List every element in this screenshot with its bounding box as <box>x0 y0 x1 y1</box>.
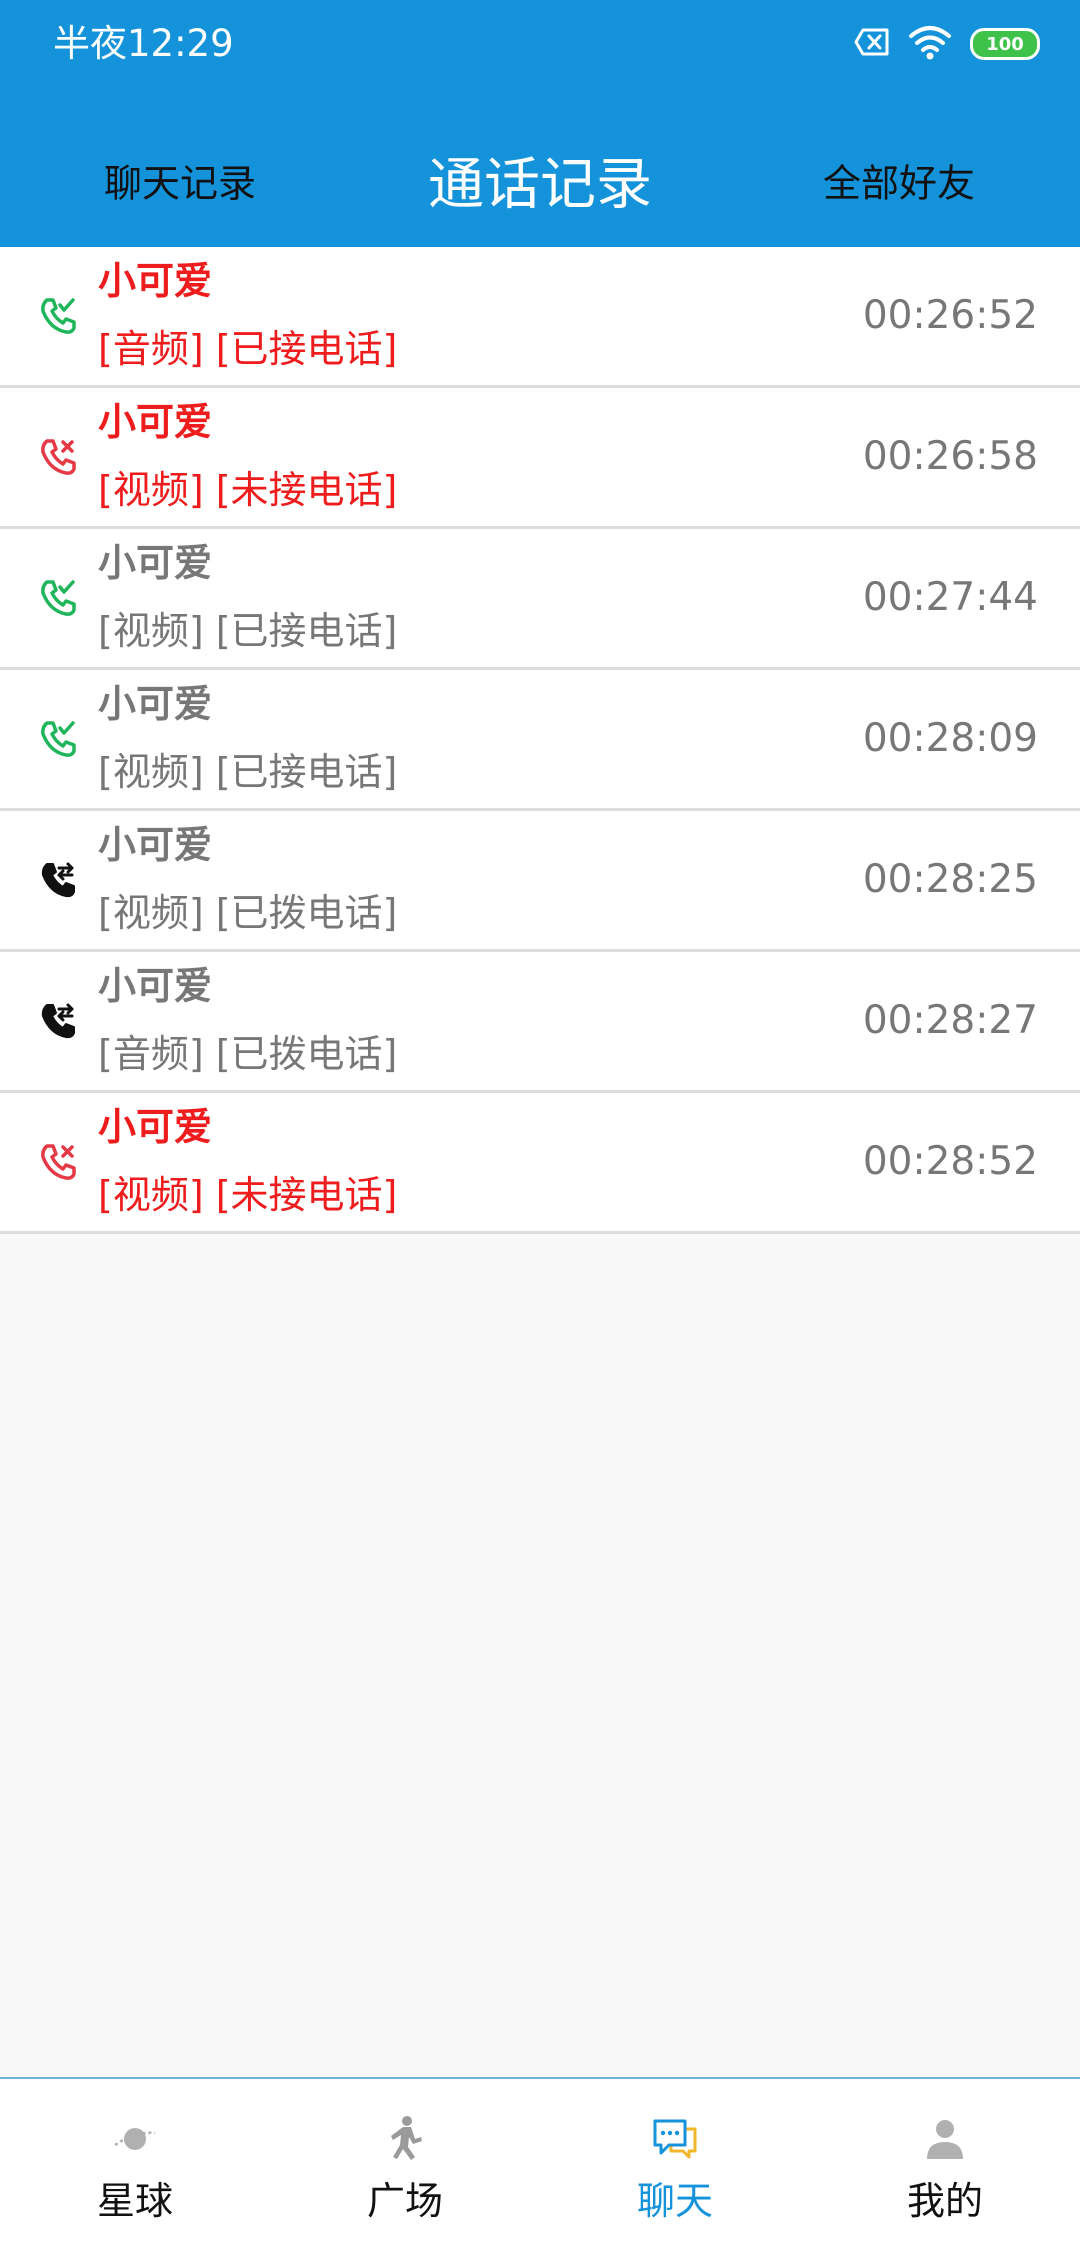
call-row[interactable]: 小可爱 [视频] [已接电话] 00:27:44 <box>0 529 1080 670</box>
call-time: 00:26:52 <box>862 293 1038 338</box>
call-outgoing-icon <box>38 1001 78 1041</box>
call-missed-icon <box>38 437 78 477</box>
call-detail: [音频] [已拨电话] <box>98 1032 398 1076</box>
call-row[interactable]: 小可爱 [音频] [已接电话] 00:26:52 <box>0 247 1080 388</box>
caller-name: 小可爱 <box>98 400 213 444</box>
call-detail: [音频] [已接电话] <box>98 327 398 371</box>
call-answered-icon <box>38 578 78 618</box>
call-detail: [视频] [已接电话] <box>98 609 398 653</box>
call-time: 00:28:27 <box>862 998 1038 1043</box>
call-row[interactable]: 小可爱 [视频] [未接电话] 00:26:58 <box>0 388 1080 529</box>
call-time: 00:26:58 <box>862 434 1038 479</box>
call-time: 00:28:09 <box>862 716 1038 761</box>
call-missed-icon <box>38 1142 78 1182</box>
caller-name: 小可爱 <box>98 823 213 867</box>
call-outgoing-icon <box>38 860 78 900</box>
call-detail: [视频] [未接电话] <box>98 468 398 512</box>
tab-all-friends[interactable]: 全部好友 <box>823 153 975 208</box>
call-row[interactable]: 小可爱 [视频] [未接电话] 00:28:52 <box>0 1093 1080 1234</box>
call-row[interactable]: 小可爱 [视频] [已接电话] 00:28:09 <box>0 670 1080 811</box>
sim-no-icon <box>854 28 890 60</box>
nav-label-chat: 聊天 <box>636 2179 713 2223</box>
nav-item-mine[interactable]: 我的 <box>810 2079 1080 2246</box>
call-row[interactable]: 小可爱 [视频] [已拨电话] 00:28:25 <box>0 811 1080 952</box>
call-answered-icon <box>38 719 78 759</box>
wifi-icon <box>908 24 952 64</box>
nav-label-mine: 我的 <box>906 2179 983 2223</box>
caller-name: 小可爱 <box>98 259 213 303</box>
call-answered-icon <box>38 296 78 336</box>
status-time: 半夜12:29 <box>53 22 234 65</box>
battery-icon: 100 <box>970 28 1040 60</box>
call-record-list: 小可爱 [音频] [已接电话] 00:26:52 小可爱 [视频] [未接电话]… <box>0 247 1080 1234</box>
chat-icon <box>651 2115 699 2163</box>
nav-item-chat[interactable]: 聊天 <box>540 2079 810 2246</box>
nav-label-square: 广场 <box>366 2179 443 2223</box>
status-icons: 100 <box>854 24 1040 64</box>
planet-icon <box>111 2115 159 2163</box>
call-row[interactable]: 小可爱 [音频] [已拨电话] 00:28:27 <box>0 952 1080 1093</box>
caller-name: 小可爱 <box>98 964 213 1008</box>
call-time: 00:27:44 <box>862 575 1038 620</box>
call-time: 00:28:52 <box>862 1139 1038 1184</box>
call-detail: [视频] [已接电话] <box>98 750 398 794</box>
person-icon <box>921 2115 969 2163</box>
caller-name: 小可爱 <box>98 1105 213 1149</box>
caller-name: 小可爱 <box>98 682 213 726</box>
call-detail: [视频] [已拨电话] <box>98 891 398 935</box>
nav-item-square[interactable]: 广场 <box>270 2079 540 2246</box>
caller-name: 小可爱 <box>98 541 213 585</box>
page-title: 通话记录 <box>428 152 652 218</box>
dancer-icon <box>381 2115 429 2163</box>
tab-chat-history[interactable]: 聊天记录 <box>104 153 256 208</box>
bottom-nav: 星球 广场 聊天 我的 <box>0 2077 1080 2246</box>
nav-item-planet[interactable]: 星球 <box>0 2079 270 2246</box>
call-detail: [视频] [未接电话] <box>98 1173 398 1217</box>
header-bar: 半夜12:29 100 聊天记录 通话记录 全部好友 <box>0 0 1080 247</box>
nav-label-planet: 星球 <box>96 2179 173 2223</box>
call-time: 00:28:25 <box>862 857 1038 902</box>
